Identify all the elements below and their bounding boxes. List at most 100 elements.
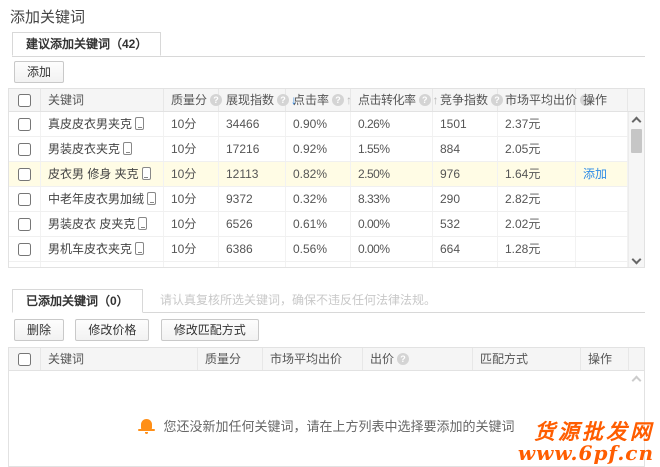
keyword-text: 皮衣男 修身 夹克 bbox=[48, 167, 139, 181]
help-icon[interactable]: ? bbox=[419, 94, 431, 106]
row-checkbox-cell bbox=[9, 112, 41, 136]
column-label-avg-bid: 市场平均出价 bbox=[505, 93, 577, 107]
header-cell-keyword: 关键词 bbox=[41, 348, 198, 370]
suggested-keywords-table: 关键词 质量分? 展现指数?↓ 点击率?↑ 点击转化率?↑ 竞争指数?↑ 市场平… bbox=[8, 88, 645, 268]
tab-suggested-keywords[interactable]: 建议添加关键词（42） bbox=[12, 32, 161, 56]
column-label-action: 操作 bbox=[588, 352, 612, 366]
row-checkbox[interactable] bbox=[18, 168, 31, 181]
add-button[interactable]: 添加 bbox=[14, 61, 64, 83]
competition-cell: 290 bbox=[433, 187, 498, 211]
column-label-quality: 质量分 bbox=[171, 93, 207, 107]
cvr-cell: 0.00% bbox=[351, 212, 433, 236]
quality-score-cell: 10分 bbox=[164, 187, 219, 211]
impressions-cell: 17216 bbox=[219, 137, 286, 161]
quality-score-cell: 10分 bbox=[164, 112, 219, 136]
impressions-cell: 6526 bbox=[219, 212, 286, 236]
header-cell-cvr[interactable]: 点击转化率?↑ bbox=[351, 89, 433, 111]
ctr-cell: 0.61% bbox=[286, 212, 351, 236]
scroll-down-button[interactable] bbox=[629, 253, 644, 266]
keyword-text: 真皮皮衣男夹克 bbox=[48, 117, 132, 131]
header-cell-quality: 质量分? bbox=[164, 89, 219, 111]
added-table-header: 关键词 质量分 市场平均出价 出价? 匹配方式 操作 bbox=[9, 348, 644, 371]
tab-added-keywords[interactable]: 已添加关键词（0） bbox=[12, 289, 143, 313]
page-title: 添加关键词 bbox=[10, 6, 85, 27]
keyword-cell: 男机车皮衣夹克 bbox=[41, 237, 164, 261]
header-cell-match-type: 匹配方式 bbox=[473, 348, 581, 370]
cvr-cell: 0.26% bbox=[351, 112, 433, 136]
keyword-text: 男装皮衣夹克 bbox=[48, 142, 120, 156]
column-label-ctr: 点击率 bbox=[293, 93, 329, 107]
empty-state-message: 您还没新加任何关键词，请在上方列表中选择要添加的关键词 bbox=[163, 419, 514, 434]
header-cell-select-all bbox=[9, 89, 41, 111]
alert-bell-icon bbox=[138, 419, 155, 435]
header-cell-ctr[interactable]: 点击率?↑ bbox=[286, 89, 351, 111]
header-cell-keyword: 关键词 bbox=[41, 89, 164, 111]
table-row: 皮衣男 修身 夹克 10分 12113 0.82% 2.50% 976 1.64… bbox=[9, 162, 644, 187]
column-label-match-type: 匹配方式 bbox=[480, 352, 528, 366]
action-cell bbox=[576, 187, 628, 211]
cvr-cell: 1.55% bbox=[351, 137, 433, 161]
ctr-cell: 0.92% bbox=[286, 137, 351, 161]
action-cell bbox=[576, 137, 628, 161]
delete-button[interactable]: 删除 bbox=[14, 319, 64, 341]
competition-cell: 532 bbox=[433, 212, 498, 236]
header-cell-avg-bid: 市场平均出价? bbox=[498, 89, 576, 111]
cvr-cell: 2.50% bbox=[351, 162, 433, 186]
scroll-up-button[interactable] bbox=[629, 113, 644, 126]
table-row bbox=[9, 262, 644, 267]
competition-cell: 664 bbox=[433, 237, 498, 261]
scroll-up-button[interactable] bbox=[629, 372, 644, 385]
mobile-phone-icon bbox=[147, 192, 156, 205]
header-cell-quality: 质量分 bbox=[198, 348, 263, 370]
legal-hint-text: 请认真复核所选关键词，确保不违反任何法律法规。 bbox=[160, 288, 436, 312]
avg-bid-cell bbox=[498, 262, 576, 267]
select-all-checkbox[interactable] bbox=[18, 353, 31, 366]
edit-price-button[interactable]: 修改价格 bbox=[75, 319, 149, 341]
row-checkbox[interactable] bbox=[18, 218, 31, 231]
select-all-checkbox[interactable] bbox=[18, 94, 31, 107]
header-cell-competition[interactable]: 竞争指数?↑ bbox=[433, 89, 498, 111]
table-row: 真皮皮衣男夹克 10分 34466 0.90% 0.26% 1501 2.37元 bbox=[9, 112, 644, 137]
chevron-up-icon bbox=[632, 376, 642, 386]
chevron-down-icon bbox=[632, 255, 642, 265]
help-icon[interactable]: ? bbox=[397, 353, 409, 365]
keyword-cell: 真皮皮衣男夹克 bbox=[41, 112, 164, 136]
column-label-bid: 出价 bbox=[370, 352, 394, 366]
row-checkbox[interactable] bbox=[18, 193, 31, 206]
mobile-phone-icon bbox=[138, 217, 147, 230]
watermark-line2: www.6pf.cn bbox=[518, 443, 654, 464]
keyword-cell: 男装皮衣 皮夹克 bbox=[41, 212, 164, 236]
row-checkbox-cell bbox=[9, 137, 41, 161]
row-checkbox[interactable] bbox=[18, 118, 31, 131]
column-label-avg-bid: 市场平均出价 bbox=[270, 352, 342, 366]
row-checkbox-cell bbox=[9, 212, 41, 236]
cvr-cell bbox=[351, 262, 433, 267]
keyword-cell: 中老年皮衣男加绒 bbox=[41, 187, 164, 211]
watermark-line1: 货源批发网 bbox=[518, 421, 654, 443]
competition-cell: 976 bbox=[433, 162, 498, 186]
avg-bid-cell: 2.82元 bbox=[498, 187, 576, 211]
mobile-phone-icon bbox=[135, 242, 144, 255]
quality-score-cell: 10分 bbox=[164, 237, 219, 261]
help-icon[interactable]: ? bbox=[332, 94, 344, 106]
quality-score-cell bbox=[164, 262, 219, 267]
table-row: 男装皮衣 皮夹克 10分 6526 0.61% 0.00% 532 2.02元 bbox=[9, 212, 644, 237]
keyword-text: 中老年皮衣男加绒 bbox=[48, 192, 144, 206]
row-add-link[interactable]: 添加 bbox=[583, 167, 607, 181]
watermark: 货源批发网 www.6pf.cn bbox=[518, 421, 654, 464]
row-checkbox[interactable] bbox=[18, 143, 31, 156]
column-label-action: 操作 bbox=[583, 93, 607, 107]
keyword-text: 男机车皮衣夹克 bbox=[48, 242, 132, 256]
keyword-text: 男装皮衣 皮夹克 bbox=[48, 217, 135, 231]
edit-match-type-button[interactable]: 修改匹配方式 bbox=[161, 319, 259, 341]
scrollbar[interactable] bbox=[628, 112, 644, 267]
header-cell-select-all bbox=[9, 348, 41, 370]
table-row: 男机车皮衣夹克 10分 6386 0.56% 0.00% 664 1.28元 bbox=[9, 237, 644, 262]
header-cell-avg-bid: 市场平均出价 bbox=[263, 348, 363, 370]
row-checkbox[interactable] bbox=[18, 243, 31, 256]
row-checkbox-cell bbox=[9, 237, 41, 261]
impressions-cell: 34466 bbox=[219, 112, 286, 136]
ctr-cell: 0.82% bbox=[286, 162, 351, 186]
scrollbar-thumb[interactable] bbox=[631, 129, 642, 153]
header-cell-impressions[interactable]: 展现指数?↓ bbox=[219, 89, 286, 111]
